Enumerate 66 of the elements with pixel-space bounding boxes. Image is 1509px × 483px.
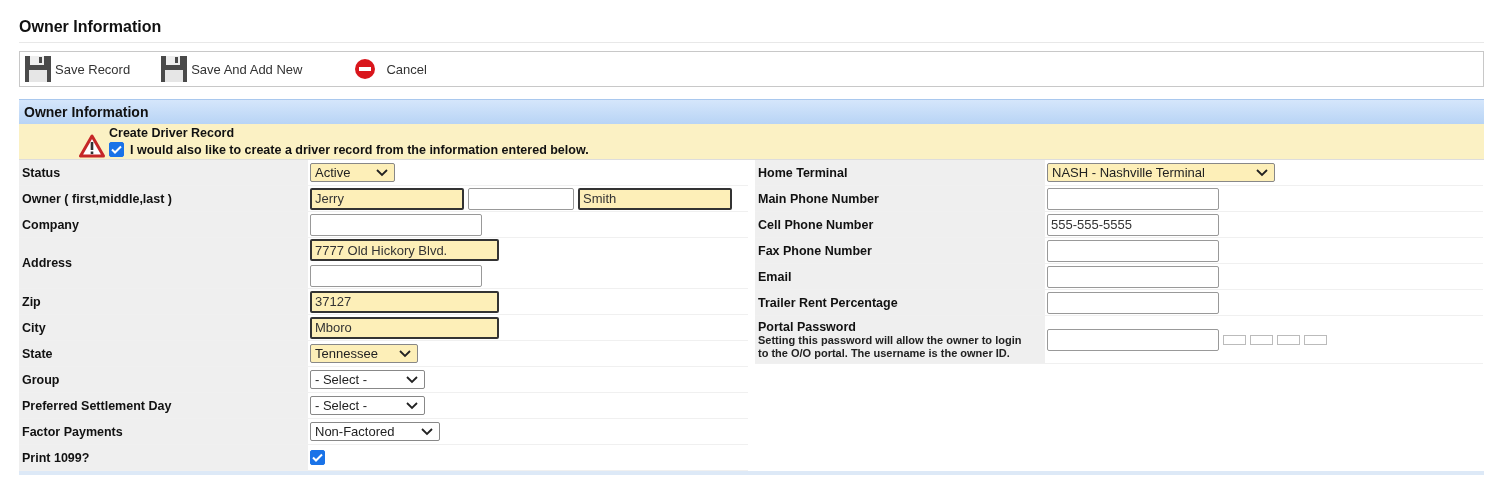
dropdown-value: Non-Factored — [315, 424, 395, 439]
field-label: Factor Payments — [22, 424, 124, 439]
strength-segment — [1250, 334, 1273, 345]
text-field[interactable]: 37127 — [310, 290, 499, 313]
field-label: Company — [22, 217, 80, 232]
checkbox-label: I would also like to create a driver record from the information entered below. — [130, 142, 589, 157]
strength-segment — [1223, 334, 1246, 345]
text-field[interactable]: 7777 Old Hickory Blvd. — [310, 239, 499, 261]
dropdown[interactable]: Active — [310, 163, 395, 182]
dropdown-value: - Select - — [315, 372, 367, 387]
caret-icon — [421, 427, 433, 436]
section-title: Owner Information — [24, 104, 149, 120]
text-field[interactable]: Mboro — [310, 316, 499, 339]
dropdown[interactable]: Tennessee — [310, 344, 418, 363]
caret-icon — [406, 401, 418, 410]
field-label: Trailer Rent Percentage — [758, 295, 899, 310]
field-label: Group — [22, 372, 61, 387]
password-field[interactable] — [1047, 328, 1219, 351]
text-field[interactable] — [1047, 187, 1219, 210]
notice-title: Create Driver Record — [109, 126, 236, 140]
text-field[interactable] — [1047, 291, 1219, 314]
dropdown[interactable]: NASH - Nashville Terminal — [1047, 163, 1275, 182]
caret-icon — [376, 168, 388, 177]
dropdown-value: Active — [315, 165, 351, 180]
save-button[interactable]: Save And Add New — [160, 55, 303, 83]
strength-segment — [1304, 334, 1327, 345]
field-label: State — [22, 346, 54, 361]
text-field[interactable] — [310, 265, 482, 287]
field-label: Preferred Settlement Day — [22, 398, 173, 413]
dropdown-value: Tennessee — [315, 346, 378, 361]
field-label: Fax Phone Number — [758, 243, 873, 258]
text-field[interactable]: 555-555-5555 — [1047, 213, 1219, 236]
field-label: Address — [22, 256, 74, 270]
field-label: Status — [22, 165, 62, 180]
field-label: City — [22, 320, 47, 335]
field-label: Portal Password — [758, 320, 857, 334]
field-label: Cell Phone Number — [758, 217, 875, 232]
dropdown[interactable]: - Select - — [310, 370, 425, 389]
caret-icon — [1255, 168, 1268, 177]
text-field[interactable] — [310, 213, 482, 236]
field-label: Zip — [22, 294, 42, 309]
field-label: Print 1099? — [22, 450, 91, 465]
text-field[interactable] — [468, 187, 574, 210]
text-field[interactable] — [1047, 239, 1219, 262]
dropdown[interactable]: Non-Factored — [310, 422, 440, 441]
warning-icon — [79, 134, 105, 158]
field-label: Email — [758, 269, 793, 284]
save-button[interactable]: Save Record — [24, 55, 131, 83]
strength-segment — [1277, 334, 1300, 345]
cancel-icon — [354, 58, 377, 80]
checkbox[interactable] — [109, 142, 124, 157]
field-label: Main Phone Number — [758, 191, 880, 206]
text-field[interactable] — [1047, 265, 1219, 288]
page-title: Owner Information — [19, 18, 1484, 43]
field-note: Setting this password will allow the owner to login to the O/O portal. The username is the owner ID. — [758, 334, 1023, 360]
field-label: Owner ( first,middle,last ) — [22, 191, 174, 206]
checkbox[interactable] — [310, 450, 325, 465]
field-label: Home Terminal — [758, 165, 849, 180]
text-field[interactable]: Smith — [578, 187, 732, 210]
cancel-button[interactable]: Cancel — [354, 58, 427, 80]
dropdown-value: NASH - Nashville Terminal — [1052, 165, 1205, 180]
dropdown-value: - Select - — [315, 398, 367, 413]
dropdown[interactable]: - Select - — [310, 396, 425, 415]
caret-icon — [398, 349, 411, 358]
text-field[interactable]: Jerry — [310, 187, 464, 210]
caret-icon — [406, 375, 418, 384]
